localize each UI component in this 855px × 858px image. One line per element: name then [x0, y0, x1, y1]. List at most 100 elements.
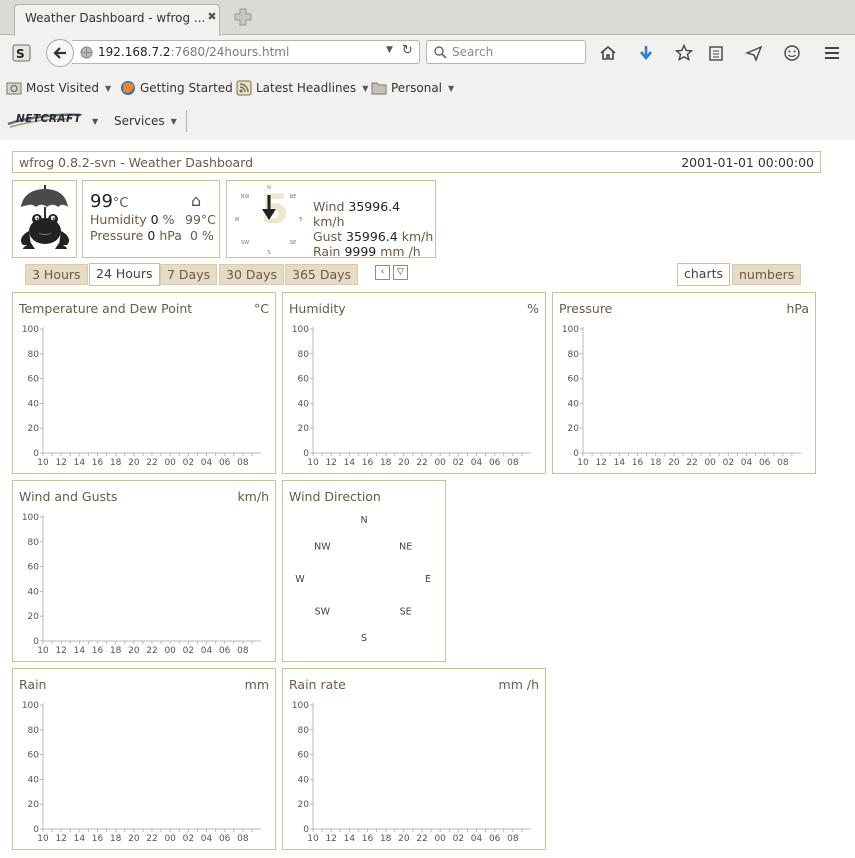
y-tick-label: 60: [28, 563, 40, 573]
weather-icon-box: [12, 180, 77, 258]
dropdown-button[interactable]: ▽: [393, 265, 408, 280]
humidity-row: Humidity 0 %: [90, 212, 175, 227]
send-button[interactable]: [742, 41, 766, 65]
url-dropdown-icon[interactable]: ▼: [386, 45, 393, 55]
y-tick-label: 100: [562, 325, 579, 335]
reload-icon[interactable]: ↻: [402, 43, 413, 58]
x-tick-label: 16: [632, 458, 644, 468]
x-tick-label: 06: [489, 458, 501, 468]
site-identity-icon[interactable]: S: [10, 41, 34, 65]
wind-row: Wind 35996.4 km/h: [313, 199, 401, 229]
bookmark-star-button[interactable]: [672, 41, 696, 65]
services-menu[interactable]: Services ▼: [114, 114, 177, 128]
y-tick-label: 80: [298, 350, 310, 360]
compass-direction-label: E: [425, 574, 431, 585]
compass-direction-label: NW: [314, 542, 331, 553]
tab-numbers[interactable]: numbers: [732, 264, 802, 285]
tab-30-days[interactable]: 30 Days: [219, 264, 285, 285]
menu-button[interactable]: [820, 41, 844, 65]
chart-temperature: Temperature and Dew Point °C 0 20 40 60 80 10…: [12, 292, 276, 474]
x-tick-label: 22: [146, 646, 157, 656]
x-tick-label: 14: [74, 834, 86, 844]
y-tick-label: 60: [28, 751, 40, 761]
x-tick-label: 02: [183, 458, 194, 468]
tab-charts[interactable]: charts: [677, 263, 731, 286]
chart-rain-rate: Rain rate mm /h 0 20 40 60 80 100 10 12 14 16 18 20…: [282, 668, 546, 850]
x-tick-label: 08: [237, 458, 249, 468]
x-tick-label: 16: [92, 834, 104, 844]
y-tick-label: 100: [22, 701, 39, 711]
compass-direction-label: SE: [400, 606, 412, 617]
bookmark-getting-started[interactable]: Getting Started: [120, 80, 233, 96]
tab-title: Weather Dashboard - wfrog ...: [25, 11, 206, 25]
y-tick-label: 80: [28, 726, 40, 736]
compass-direction-label: W: [295, 574, 305, 585]
x-tick-label: 16: [362, 834, 374, 844]
chat-button[interactable]: [780, 41, 804, 65]
bookmark-label: Personal: [391, 81, 443, 95]
x-tick-label: 20: [128, 834, 140, 844]
y-tick-label: 20: [28, 424, 40, 434]
back-button[interactable]: [46, 39, 74, 67]
x-tick-label: 18: [110, 834, 122, 844]
chart-unit: °C: [254, 301, 269, 316]
services-label: Services: [114, 114, 165, 128]
chevron-down-icon: ▼: [92, 116, 99, 126]
new-tab-icon[interactable]: [234, 8, 252, 26]
x-tick-label: 04: [201, 458, 213, 468]
x-tick-label: 20: [128, 458, 140, 468]
globe-icon: [80, 46, 93, 59]
bookmark-personal[interactable]: Personal ▼: [371, 80, 454, 96]
previous-period-button[interactable]: ‹: [375, 265, 390, 280]
x-tick-label: 02: [723, 458, 734, 468]
bookmark-most-visited[interactable]: Most Visited ▼: [6, 80, 111, 96]
chart-title: Rain: [19, 677, 47, 692]
search-input[interactable]: Search: [426, 40, 586, 64]
x-tick-label: 06: [489, 834, 501, 844]
x-tick-label: 18: [110, 646, 122, 656]
url-bar[interactable]: 192.168.7.2:7680/24hours.html ▼ ↻: [72, 40, 420, 64]
compass-label-w: W: [235, 217, 240, 223]
search-placeholder: Search: [452, 45, 494, 59]
tab-365-days[interactable]: 365 Days: [285, 264, 359, 285]
home-button[interactable]: [596, 41, 620, 65]
chart-pressure: Pressure hPa 0 20 40 60 80 100 10 12 14 16 18 20 22 0…: [552, 292, 816, 474]
x-tick-label: 12: [595, 458, 606, 468]
y-tick-label: 40: [298, 399, 310, 409]
x-tick-label: 10: [307, 458, 319, 468]
folder-icon: [6, 82, 22, 95]
x-tick-label: 12: [55, 458, 66, 468]
x-tick-label: 04: [471, 458, 483, 468]
x-tick-label: 04: [201, 646, 213, 656]
tab-7-days[interactable]: 7 Days: [160, 264, 218, 285]
y-tick-label: 100: [22, 513, 39, 523]
netcraft-menu[interactable]: NETCRAFT ▼: [6, 112, 98, 130]
wind-box: 5 N NE E SE S SW W NW Wind 35996.4 km/h …: [226, 180, 436, 259]
x-tick-label: 02: [183, 834, 194, 844]
wind-direction-plot: N NE E SE S SW W NW: [295, 515, 431, 644]
tab-3-hours[interactable]: 3 Hours: [25, 264, 88, 285]
tab-24-hours[interactable]: 24 Hours: [89, 263, 160, 286]
svg-text:S: S: [16, 47, 25, 61]
compass-label-e: E: [299, 217, 302, 223]
page-title: wfrog 0.8.2-svn - Weather Dashboard: [19, 155, 254, 170]
chevron-down-icon: ▼: [170, 116, 177, 126]
dashboard-header: wfrog 0.8.2-svn - Weather Dashboard 2001…: [12, 151, 821, 173]
triangle-down-icon: ▽: [397, 267, 404, 277]
y-tick-label: 80: [28, 538, 40, 548]
browser-tab[interactable]: Weather Dashboard - wfrog ... ✖: [14, 4, 220, 36]
close-tab-icon[interactable]: ✖: [205, 10, 219, 24]
x-tick-label: 16: [362, 458, 374, 468]
x-tick-label: 20: [398, 458, 410, 468]
x-tick-label: 06: [219, 458, 231, 468]
page-content: wfrog 0.8.2-svn - Weather Dashboard 2001…: [0, 140, 855, 858]
x-tick-label: 08: [237, 646, 249, 656]
chart-plot: 02040608010010 12 14 16 18 20 22 00 02 04 06 08: [292, 325, 531, 468]
reading-list-button[interactable]: [704, 41, 728, 65]
downloads-button[interactable]: [634, 41, 658, 65]
bookmark-latest-headlines[interactable]: Latest Headlines ▼: [236, 80, 368, 96]
compass-label-s: S: [267, 250, 270, 256]
navigation-toolbar: S 192.168.7.2:7680/24hours.html ▼ ↻ Sear…: [0, 36, 855, 70]
x-tick-label: 04: [741, 458, 753, 468]
chart-plot: 02040608010010 12 14 16 18 20 22 00 02 04 06 08: [22, 513, 261, 656]
